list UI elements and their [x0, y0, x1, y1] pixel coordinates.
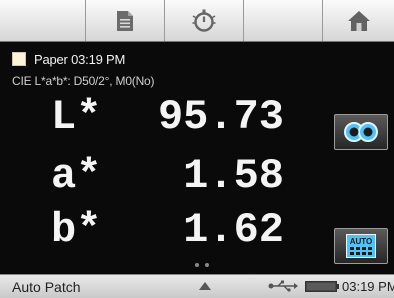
compare-button[interactable] — [334, 114, 388, 150]
value-number: 95.73 — [157, 93, 284, 141]
battery-icon — [305, 281, 339, 292]
value-label: L* — [51, 93, 102, 141]
home-icon — [347, 10, 370, 31]
measure-timer-icon — [192, 9, 216, 32]
auto-grid-icon: AUTO — [346, 234, 376, 258]
sample-swatch — [12, 52, 26, 66]
measure-settings-button[interactable] — [165, 0, 244, 41]
measurement-conditions: CIE L*a*b*: D50/2°, M0(No) — [12, 74, 155, 88]
document-icon — [117, 10, 133, 31]
up-arrow-icon[interactable] — [199, 282, 211, 290]
usb-icon — [268, 280, 298, 292]
page-indicator[interactable] — [195, 263, 209, 267]
page-dot[interactable] — [205, 263, 209, 267]
document-button[interactable] — [86, 0, 165, 41]
auto-label: AUTO — [350, 237, 373, 246]
measurement-panel: Paper 03:19 PM CIE L*a*b*: D50/2°, M0(No… — [0, 42, 394, 274]
toolbar-blank-button-left[interactable] — [0, 0, 86, 41]
value-label: b* — [51, 206, 102, 254]
compare-icon — [344, 122, 378, 142]
sample-name: Paper 03:19 PM — [34, 51, 126, 67]
value-row-l: L* 95.73 — [0, 94, 300, 140]
value-row-b: b* 1.62 — [0, 207, 300, 253]
toolbar — [0, 0, 394, 42]
status-time: 03:19 PM — [342, 279, 394, 294]
auto-button[interactable]: AUTO — [334, 228, 388, 264]
value-row-a: a* 1.58 — [0, 153, 300, 199]
value-number: 1.58 — [183, 152, 284, 200]
value-number: 1.62 — [183, 206, 284, 254]
sample-header: Paper 03:19 PM — [12, 51, 125, 67]
page-dot[interactable] — [195, 263, 199, 267]
home-button[interactable] — [323, 0, 394, 41]
status-mode: Auto Patch — [12, 279, 81, 295]
toolbar-blank-button-right[interactable] — [244, 0, 323, 41]
status-bar: Auto Patch 03:19 PM — [0, 274, 394, 298]
value-label: a* — [51, 152, 102, 200]
